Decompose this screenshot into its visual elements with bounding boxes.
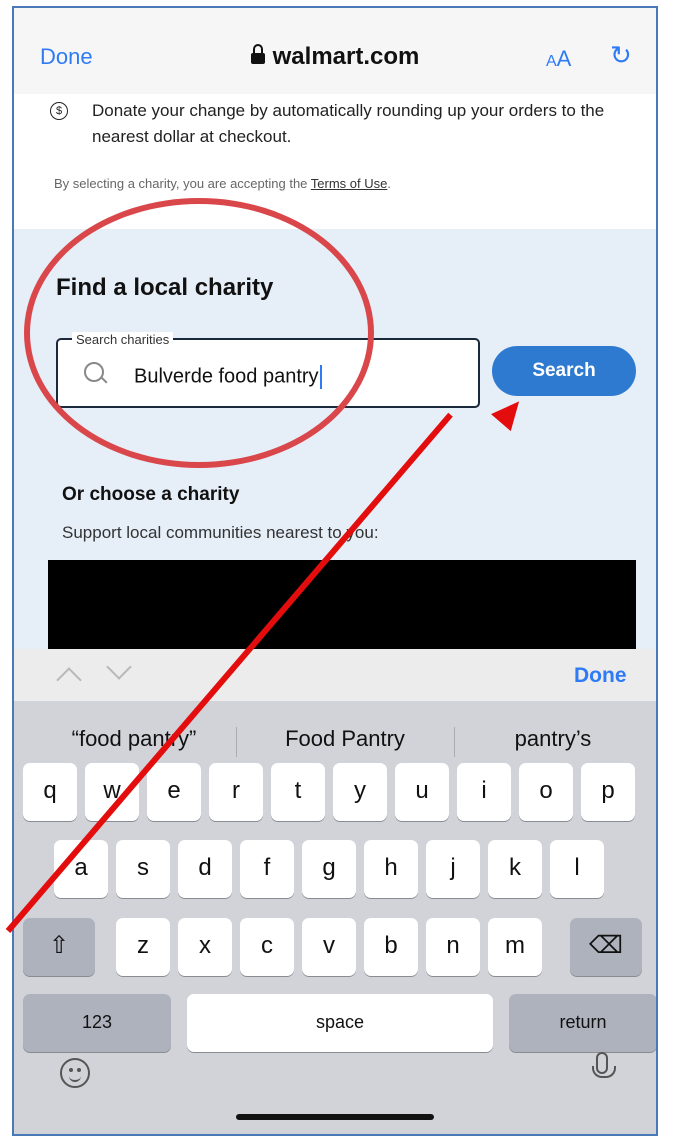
search-input-value[interactable]: Bulverde food pantry [134, 365, 322, 389]
key-e[interactable]: e [147, 763, 201, 821]
key-u[interactable]: u [395, 763, 449, 821]
key-q[interactable]: q [23, 763, 77, 821]
prediction-2[interactable]: Food Pantry [240, 726, 450, 752]
prediction-divider [454, 727, 455, 757]
terms-of-use-link[interactable]: Terms of Use [311, 176, 388, 191]
search-charities-label: Search charities [72, 332, 174, 347]
site-domain: walmart.com [272, 43, 420, 70]
redacted-block [48, 560, 636, 660]
key-n[interactable]: n [426, 918, 480, 976]
lock-icon [250, 44, 265, 64]
terms-suffix: . [387, 176, 391, 191]
search-icon [84, 362, 104, 382]
key-f[interactable]: f [240, 840, 294, 898]
terms-notice: By selecting a charity, you are acceptin… [54, 176, 391, 191]
key-m[interactable]: m [488, 918, 542, 976]
prediction-1[interactable]: “food pantry” [34, 726, 234, 752]
key-t[interactable]: t [271, 763, 325, 821]
prediction-divider [236, 727, 237, 757]
key-b[interactable]: b [364, 918, 418, 976]
search-button[interactable]: Search [492, 346, 636, 396]
shift-key[interactable]: ⇧ [23, 918, 95, 976]
keyboard-done-button[interactable]: Done [574, 664, 627, 688]
or-choose-heading: Or choose a charity [62, 484, 240, 505]
key-r[interactable]: r [209, 763, 263, 821]
key-z[interactable]: z [116, 918, 170, 976]
key-p[interactable]: p [581, 763, 635, 821]
terms-prefix: By selecting a charity, you are acceptin… [54, 176, 311, 191]
key-o[interactable]: o [519, 763, 573, 821]
round-up-info: $ Donate your change by automatically ro… [50, 98, 630, 150]
key-c[interactable]: c [240, 918, 294, 976]
find-charity-heading: Find a local charity [56, 274, 274, 301]
home-indicator [236, 1114, 434, 1120]
text-size-button[interactable]: AA [546, 46, 571, 72]
keyboard-accessory-bar [14, 649, 656, 701]
return-key[interactable]: return [509, 994, 656, 1052]
prediction-3[interactable]: pantry’s [458, 726, 648, 752]
dollar-coin-icon: $ [50, 102, 68, 120]
phone-screen: Done walmart.com AA ↻ $ Donate your chan… [12, 6, 658, 1136]
key-h[interactable]: h [364, 840, 418, 898]
key-l[interactable]: l [550, 840, 604, 898]
support-text: Support local communities nearest to you… [62, 523, 379, 542]
key-d[interactable]: d [178, 840, 232, 898]
key-v[interactable]: v [302, 918, 356, 976]
round-up-text: Donate your change by automatically roun… [92, 101, 605, 146]
key-j[interactable]: j [426, 840, 480, 898]
microphone-icon[interactable] [592, 1052, 616, 1078]
emoji-icon[interactable] [60, 1058, 90, 1088]
key-i[interactable]: i [457, 763, 511, 821]
numbers-key[interactable]: 123 [23, 994, 171, 1052]
key-s[interactable]: s [116, 840, 170, 898]
key-x[interactable]: x [178, 918, 232, 976]
key-y[interactable]: y [333, 763, 387, 821]
key-g[interactable]: g [302, 840, 356, 898]
space-key[interactable]: space [187, 994, 493, 1052]
text-caret [319, 365, 322, 389]
key-k[interactable]: k [488, 840, 542, 898]
browser-toolbar: Done walmart.com AA ↻ [14, 8, 656, 94]
reload-icon[interactable]: ↻ [610, 40, 632, 71]
backspace-key[interactable]: ⌫ [570, 918, 642, 976]
